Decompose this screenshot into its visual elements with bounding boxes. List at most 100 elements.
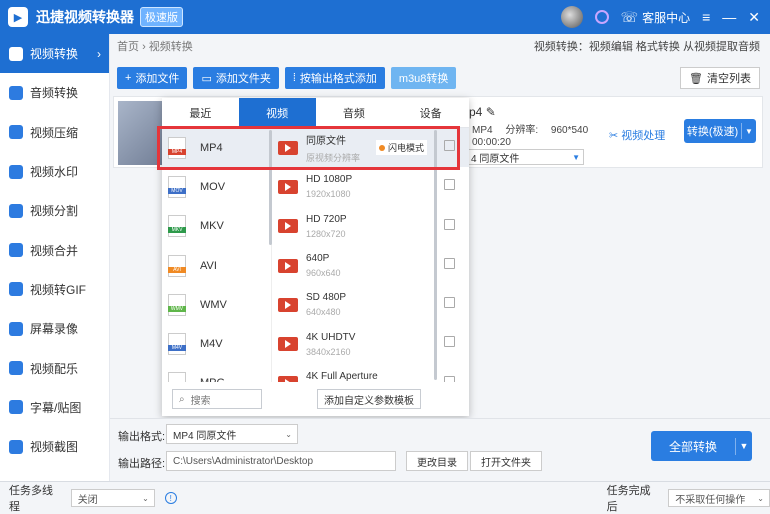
resolution-item[interactable]: HD 720P 1280x720 xyxy=(272,207,469,246)
edit-icon[interactable] xyxy=(444,218,455,230)
add-by-format-button[interactable]: ⁞ 按输出格式添加 xyxy=(284,67,385,89)
app-logo-icon: ▶ xyxy=(8,7,28,27)
resolution-item[interactable]: 4K Full Aperture4096x3112 xyxy=(272,364,469,382)
edit-icon[interactable] xyxy=(444,336,455,348)
feature-description: 视频转换：视频编辑 格式转换 从视频提取音频 xyxy=(533,41,760,53)
change-directory-button[interactable]: 更改目录 xyxy=(406,451,468,471)
format-item[interactable]: M4V M4V xyxy=(162,324,271,363)
video-split-icon xyxy=(9,203,23,218)
format-item[interactable]: AVI AVI xyxy=(162,246,271,285)
grid-icon: ⁞ xyxy=(292,72,296,84)
output-format-select[interactable]: 4 同原文件 ▼ xyxy=(468,149,584,165)
audio-convert-icon xyxy=(9,85,23,100)
after-task-select[interactable]: 不采取任何操作 ⌄ xyxy=(668,489,770,507)
resolution-size: 3840x2160 xyxy=(306,346,351,357)
clear-list-button[interactable]: 🗑 清空列表 xyxy=(680,67,760,89)
dropdown-arrow-icon: ▼ xyxy=(572,152,580,162)
chevron-down-icon: ⌄ xyxy=(285,429,292,439)
multithread-select[interactable]: 关闭 ⌄ xyxy=(70,489,155,507)
popup-tabs: 最近 视频 音频 设备 xyxy=(162,98,469,128)
tab-audio[interactable]: 音频 xyxy=(316,98,393,127)
video-process-link[interactable]: ✂ 视频处理 xyxy=(609,127,665,143)
output-format-dropdown[interactable]: MP4 同原文件 ⌄ xyxy=(166,424,298,444)
resolution-name: HD 720P xyxy=(306,213,347,225)
user-avatar[interactable] xyxy=(560,6,583,28)
output-settings: 输出格式: MP4 同原文件 ⌄ 输出路径: C:\Users\Administr… xyxy=(110,418,770,481)
edit-icon[interactable] xyxy=(444,297,455,309)
tools-icon: ✂ xyxy=(609,129,619,142)
format-name: AVI xyxy=(200,259,217,272)
output-path-field[interactable]: C:\Users\Administrator\Desktop xyxy=(166,451,396,471)
toolbar: + 添加文件 ▭ 添加文件夹 ⁞ 按输出格式添加 m3u8转换 xyxy=(117,67,457,89)
title-bar: ▶ 迅捷视频转换器 极速版 ☏ 客服中心 ≡ — ✕ xyxy=(0,0,770,34)
resolution-item[interactable]: HD 1080P 1920x1080 xyxy=(272,167,469,206)
format-name: WMV xyxy=(200,298,227,311)
app-title: 迅捷视频转换器 xyxy=(36,9,134,25)
sidebar-item-video-watermark[interactable]: 视频水印 xyxy=(0,152,109,191)
close-icon[interactable]: ✕ xyxy=(748,9,760,26)
sidebar-item-screen-record[interactable]: 屏幕录像 xyxy=(0,309,109,348)
resolution-item[interactable]: SD 480P 640x480 xyxy=(272,285,469,324)
sidebar: 视频转换 › 音频转换 视频压缩 视频水印 视频分割 视频合并 视频转GIF 屏幕… xyxy=(0,34,110,481)
minimize-icon[interactable]: — xyxy=(722,9,736,25)
chevron-down-icon[interactable]: ▼ xyxy=(736,441,752,451)
resolution-name: SD 480P xyxy=(306,292,347,304)
info-icon[interactable]: ! xyxy=(164,492,177,504)
format-item[interactable]: MPG MPG xyxy=(162,364,271,382)
resolution-value: 960*540 xyxy=(550,125,589,136)
sidebar-item-video-gif[interactable]: 视频转GIF xyxy=(0,270,109,309)
format-item[interactable]: MOV MOV xyxy=(162,167,271,206)
open-folder-button[interactable]: 打开文件夹 xyxy=(470,451,542,471)
resolution-size: 1280x720 xyxy=(306,228,346,239)
tab-video[interactable]: 视频 xyxy=(238,98,316,127)
video-compress-icon xyxy=(9,125,23,140)
vip-icon[interactable] xyxy=(594,10,609,24)
sidebar-item-video-merge[interactable]: 视频合并 xyxy=(0,230,109,269)
output-path-label: 输出路径: xyxy=(118,458,166,470)
tab-device[interactable]: 设备 xyxy=(392,98,469,127)
resolution-size: 1920x1080 xyxy=(306,189,351,200)
resolution-label: 分辨率: xyxy=(505,125,539,136)
sidebar-item-screenshot[interactable]: 视频截图 xyxy=(0,427,109,466)
video-file-icon xyxy=(278,258,298,273)
chevron-down-icon[interactable]: ▼ xyxy=(742,127,756,136)
format-name: MKV xyxy=(200,220,224,233)
format-item[interactable]: WMV WMV xyxy=(162,285,271,324)
format-item[interactable]: MKV MKV xyxy=(162,207,271,246)
sidebar-item-video-music[interactable]: 视频配乐 xyxy=(0,348,109,387)
add-file-button[interactable]: + 添加文件 xyxy=(117,67,188,89)
chevron-right-icon: › xyxy=(97,46,101,61)
folder-icon: ▭ xyxy=(201,72,212,85)
edit-icon[interactable] xyxy=(444,375,455,382)
sidebar-item-video-compress[interactable]: 视频压缩 xyxy=(0,113,109,152)
format-search-input[interactable]: ⌕ 搜索 xyxy=(172,389,262,409)
edit-icon[interactable] xyxy=(444,257,455,269)
convert-button[interactable]: 转换(极速) ▼ xyxy=(684,119,756,143)
subtitle-icon xyxy=(9,400,23,415)
resolution-name: HD 1080P xyxy=(306,174,353,186)
sidebar-item-video-convert[interactable]: 视频转换 › xyxy=(0,34,109,74)
m3u8-button[interactable]: m3u8转换 xyxy=(390,67,457,89)
help-center-button[interactable]: ☏ 客服中心 xyxy=(621,9,691,26)
edit-icon[interactable] xyxy=(444,179,455,191)
add-folder-button[interactable]: ▭ 添加文件夹 xyxy=(193,67,279,89)
breadcrumb-home[interactable]: 首页 xyxy=(117,41,139,53)
pencil-icon[interactable]: ✎ xyxy=(486,105,496,119)
menu-icon[interactable]: ≡ xyxy=(702,9,710,25)
file-format-icon: MOV xyxy=(168,175,186,198)
resolution-item[interactable]: 4K UHDTV 3840x2160 xyxy=(272,324,469,363)
video-file-icon xyxy=(278,376,298,382)
add-template-button[interactable]: 添加自定义参数模板 xyxy=(317,389,421,409)
sidebar-item-video-split[interactable]: 视频分割 xyxy=(0,191,109,230)
video-file-icon xyxy=(278,337,298,352)
gif-icon xyxy=(9,282,23,297)
tab-recent[interactable]: 最近 xyxy=(162,98,239,127)
resolution-item[interactable]: 640P 960x640 xyxy=(272,246,469,285)
convert-all-button[interactable]: 全部转换 ▼ xyxy=(651,431,752,461)
screen-record-icon xyxy=(9,321,23,336)
sidebar-item-subtitle[interactable]: 字幕/贴图 xyxy=(0,388,109,427)
plus-icon: + xyxy=(125,72,132,84)
format-name: M4V xyxy=(200,338,223,351)
sidebar-item-audio-convert[interactable]: 音频转换 xyxy=(0,73,109,112)
resolution-name: 4K Full Aperture xyxy=(306,370,378,382)
